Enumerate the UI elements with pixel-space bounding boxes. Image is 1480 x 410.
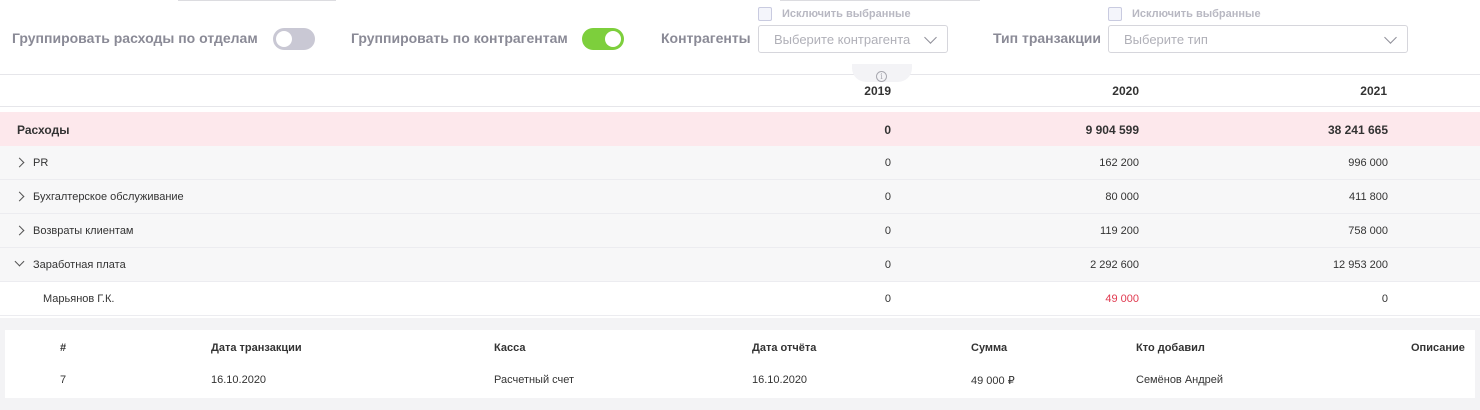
group-by-departments-label: Группировать расходы по отделам [12, 30, 258, 46]
transaction-type-select[interactable]: Выберите тип [1108, 25, 1408, 53]
chevron-right-icon[interactable] [14, 191, 25, 202]
subrow-value-2020[interactable]: 49 000 [999, 293, 1139, 305]
transaction-type-placeholder: Выберите тип [1124, 31, 1208, 47]
transaction-detail-panel [5, 330, 1475, 398]
col-header-number: # [60, 342, 67, 354]
cell-report-date: 16.10.2020 [752, 374, 808, 386]
year-header-2020: 2020 [1112, 84, 1139, 98]
row-value-2019: 0 [884, 225, 891, 237]
group-by-counterparties-toggle[interactable] [582, 28, 624, 50]
total-value-2019: 0 [884, 123, 891, 137]
counterparties-placeholder: Выберите контрагента [774, 31, 911, 47]
transaction-type-label: Тип транзакции [993, 30, 1102, 46]
subrow-label: Марьянов Г.К. [43, 293, 115, 305]
row-value-2020: 162 200 [1099, 157, 1139, 169]
row-value-2020: 2 292 600 [1090, 259, 1139, 271]
checkbox-box[interactable] [1108, 7, 1122, 21]
row-value-2021: 12 953 200 [1332, 259, 1388, 271]
col-header-cashbox: Касса [494, 342, 526, 354]
group-by-counterparties-label: Группировать по контрагентам [351, 30, 568, 46]
row-label: Заработная плата [33, 259, 126, 271]
chevron-down-icon [924, 31, 937, 44]
table-row[interactable]: Бухгалтерское обслуживание 0 80 000 411 … [0, 180, 1480, 214]
row-value-2019: 0 [884, 157, 891, 169]
info-icon[interactable]: i [876, 71, 887, 82]
col-header-report-date: Дата отчёта [752, 342, 817, 354]
checkbox-box[interactable] [758, 7, 772, 21]
row-label: PR [33, 157, 49, 169]
toggle-knob [605, 31, 621, 47]
row-value-2021: 411 800 [1349, 191, 1388, 203]
chevron-right-icon[interactable] [14, 157, 25, 168]
total-label: Расходы [17, 123, 70, 137]
transaction-type-exclude-checkbox[interactable]: Исключить выбранные [1108, 7, 1261, 21]
chevron-down-icon [1384, 31, 1397, 44]
toggle-knob [276, 31, 292, 47]
col-header-description: Описание [1411, 342, 1465, 354]
row-label: Бухгалтерское обслуживание [33, 191, 184, 203]
counterparties-select[interactable]: Выберите контрагента [758, 25, 948, 53]
header-divider [0, 106, 1480, 107]
counterparties-exclude-checkbox[interactable]: Исключить выбранные [758, 7, 911, 21]
filter-divider [0, 74, 1480, 75]
filter-bar: Группировать расходы по отделам Группиро… [0, 0, 1480, 74]
row-value-2021: 996 000 [1348, 157, 1388, 169]
transaction-type-exclude-label: Исключить выбранные [1132, 8, 1261, 20]
row-label: Возвраты клиентам [33, 225, 134, 237]
total-value-2021: 38 241 665 [1327, 123, 1388, 137]
col-header-transaction-date: Дата транзакции [211, 342, 302, 354]
col-header-amount: Сумма [971, 342, 1008, 354]
group-by-departments-toggle[interactable] [273, 28, 315, 50]
cell-cashbox: Расчетный счет [494, 374, 575, 386]
subrow-value-2019: 0 [884, 293, 891, 305]
year-header-2021: 2021 [1360, 84, 1387, 98]
cell-transaction-date: 16.10.2020 [211, 374, 267, 386]
chevron-down-icon[interactable] [14, 256, 25, 267]
table-row[interactable]: Возвраты клиентам 0 119 200 758 000 [0, 214, 1480, 248]
row-value-2020: 119 200 [1100, 225, 1139, 237]
subrow-value-2021: 0 [1381, 293, 1388, 305]
table-row[interactable]: PR 0 162 200 996 000 [0, 146, 1480, 180]
counterparties-label: Контрагенты [661, 30, 751, 46]
total-value-2020: 9 904 599 [1085, 123, 1139, 137]
year-header-2019: 2019 [864, 84, 891, 98]
cell-added-by: Семёнов Андрей [1136, 374, 1224, 386]
row-value-2020: 80 000 [1105, 191, 1139, 203]
cell-amount: 49 000 ₽ [971, 375, 1015, 387]
table-row[interactable]: Заработная плата 0 2 292 600 12 953 200 [0, 248, 1480, 282]
col-header-added-by: Кто добавил [1136, 342, 1205, 354]
counterparties-exclude-label: Исключить выбранные [782, 8, 911, 20]
cell-number: 7 [60, 374, 67, 386]
chevron-right-icon[interactable] [14, 225, 25, 236]
row-value-2019: 0 [884, 259, 891, 271]
row-value-2019: 0 [884, 191, 891, 203]
total-row: Расходы 0 9 904 599 38 241 665 [0, 112, 1480, 146]
row-value-2021: 758 000 [1348, 225, 1388, 237]
subrow[interactable]: Марьянов Г.К. 0 49 000 0 [0, 282, 1480, 316]
